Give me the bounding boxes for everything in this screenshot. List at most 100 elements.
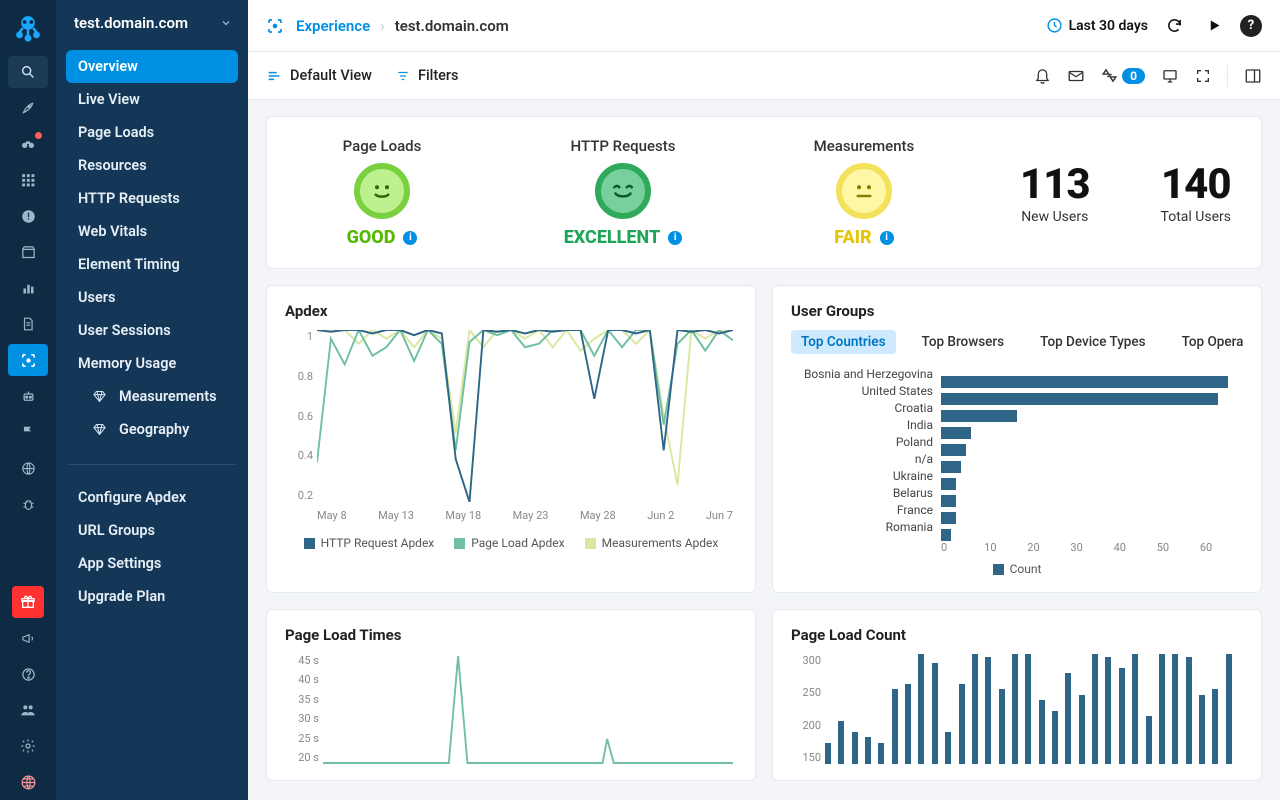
apdex-legend-item[interactable]: Measurements Apdex: [585, 536, 719, 550]
list-icon: [266, 68, 282, 84]
status-face-icon: [836, 163, 892, 219]
tab-top-operating-systems[interactable]: Top Operating Systems: [1172, 330, 1243, 354]
country-label: United States: [791, 384, 941, 398]
new-users-value: 113: [1020, 160, 1090, 209]
sidebar-item-resources[interactable]: Resources: [66, 149, 238, 182]
breadcrumb-current: test.domain.com: [395, 17, 509, 35]
info-icon[interactable]: i: [668, 231, 682, 245]
sidebar-item-url-groups[interactable]: URL Groups: [66, 514, 238, 547]
metric-status: FAIR i: [834, 227, 893, 248]
rail-network-icon[interactable]: [8, 766, 48, 798]
rail-megaphone-icon[interactable]: [8, 622, 48, 654]
rail-document-icon[interactable]: [8, 308, 48, 340]
sidebar-item-memory-usage[interactable]: Memory Usage: [66, 347, 238, 380]
rail-search-icon[interactable]: [8, 56, 48, 88]
compare-button[interactable]: 0: [1101, 67, 1145, 84]
new-users-stat: 113New Users: [1020, 160, 1090, 225]
sidebar-item-upgrade-plan[interactable]: Upgrade Plan: [66, 580, 238, 613]
rail-settings-icon[interactable]: [8, 730, 48, 762]
filters-label: Filters: [418, 67, 459, 84]
metric-status: GOOD i: [347, 227, 418, 248]
metric-status: EXCELLENT i: [564, 227, 683, 248]
presentation-icon[interactable]: [1161, 67, 1179, 85]
rail-flag-icon[interactable]: [8, 416, 48, 448]
rail-alert-icon[interactable]: [8, 200, 48, 232]
mail-icon[interactable]: [1067, 67, 1085, 85]
rail-archive-icon[interactable]: [8, 236, 48, 268]
actionsbar: Default View Filters 0: [248, 52, 1280, 100]
metric-measurements: MeasurementsFAIR i: [779, 137, 949, 248]
breadcrumb-section[interactable]: Experience: [296, 17, 370, 35]
sidebar-item-user-sessions[interactable]: User Sessions: [66, 314, 238, 347]
total-users-value: 140: [1161, 160, 1231, 209]
apdex-legend-item[interactable]: HTTP Request Apdex: [304, 536, 435, 550]
country-bar-row: France: [791, 502, 1243, 518]
plt-panel: Page Load Times 45 s40 s35 s30 s25 s20 s: [266, 609, 756, 781]
breadcrumb-separator: ›: [380, 17, 385, 35]
sidebar-subitem-geography[interactable]: Geography: [66, 413, 238, 446]
sidebar-item-live-view[interactable]: Live View: [66, 83, 238, 116]
filter-icon: [396, 69, 410, 83]
rail-rocket-icon[interactable]: [8, 92, 48, 124]
sidebar-item-page-loads[interactable]: Page Loads: [66, 116, 238, 149]
metric-page-loads: Page LoadsGOOD i: [297, 137, 467, 248]
country-label: Belarus: [791, 486, 941, 500]
plc-title: Page Load Count: [791, 626, 1243, 644]
new-users-label: New Users: [1021, 209, 1088, 225]
info-icon[interactable]: i: [880, 231, 894, 245]
apdex-panel: Apdex 10.80.60.40.2 May 8May 13May 18May…: [266, 285, 756, 593]
divider: [1227, 65, 1228, 87]
country-bar-row: Romania: [791, 519, 1243, 535]
sidebar-item-app-settings[interactable]: App Settings: [66, 547, 238, 580]
sidebar-divider: [68, 464, 236, 465]
rail-chart-icon[interactable]: [8, 272, 48, 304]
content: Page LoadsGOOD i HTTP RequestsEXCELLENT i…: [248, 100, 1280, 797]
country-label: Croatia: [791, 401, 941, 415]
usergroups-legend: Count: [791, 562, 1243, 576]
rail-gift-icon[interactable]: [12, 586, 44, 618]
sidebar-subitem-measurements[interactable]: Measurements: [66, 380, 238, 413]
fullscreen-icon[interactable]: [1195, 68, 1211, 84]
apdex-legend-item[interactable]: Page Load Apdex: [454, 536, 564, 550]
sidebar-item-element-timing[interactable]: Element Timing: [66, 248, 238, 281]
experience-icon: [266, 17, 284, 35]
default-view-button[interactable]: Default View: [266, 67, 372, 84]
sidebar-item-overview[interactable]: Overview: [66, 50, 238, 83]
rail-robot-icon[interactable]: [8, 380, 48, 412]
product-logo[interactable]: [8, 8, 48, 48]
sidebar-item-http-requests[interactable]: HTTP Requests: [66, 182, 238, 215]
country-label: Bosnia and Herzegovina: [791, 367, 941, 381]
filters-button[interactable]: Filters: [396, 67, 459, 84]
refresh-button[interactable]: [1160, 12, 1188, 40]
play-button[interactable]: [1200, 12, 1228, 40]
rail-team-icon[interactable]: [8, 694, 48, 726]
tab-top-countries[interactable]: Top Countries: [791, 330, 896, 354]
tab-top-browsers[interactable]: Top Browsers: [912, 330, 1015, 354]
rail-experience-icon[interactable]: [8, 344, 48, 376]
rail-binoculars-icon[interactable]: [8, 128, 48, 160]
rail-bug-icon[interactable]: [8, 488, 48, 520]
tab-top-device-types[interactable]: Top Device Types: [1030, 330, 1155, 354]
bell-icon[interactable]: [1034, 67, 1051, 84]
info-icon[interactable]: i: [403, 231, 417, 245]
status-face-icon: [354, 163, 410, 219]
sidebar-item-web-vitals[interactable]: Web Vitals: [66, 215, 238, 248]
rail-globe-icon[interactable]: [8, 452, 48, 484]
breadcrumb: Experience › test.domain.com: [296, 17, 509, 35]
rail-help-icon[interactable]: [8, 658, 48, 690]
main: Experience › test.domain.com Last 30 day…: [248, 0, 1280, 800]
diamond-icon: [92, 389, 107, 404]
apdex-title: Apdex: [285, 302, 737, 320]
timerange-selector[interactable]: Last 30 days: [1046, 17, 1148, 34]
sidebar-item-configure-apdex[interactable]: Configure Apdex: [66, 481, 238, 514]
panel-toggle-icon[interactable]: [1244, 67, 1262, 85]
chevron-down-icon: [220, 17, 232, 29]
site-selector[interactable]: test.domain.com: [56, 0, 248, 44]
country-label: Romania: [791, 520, 941, 534]
usergroups-title: User Groups: [791, 302, 1243, 320]
rail-grid-icon[interactable]: [8, 164, 48, 196]
status-face-icon: [595, 163, 651, 219]
sidebar-item-users[interactable]: Users: [66, 281, 238, 314]
help-button[interactable]: ?: [1240, 15, 1262, 37]
metric-http-requests: HTTP RequestsEXCELLENT i: [538, 137, 708, 248]
